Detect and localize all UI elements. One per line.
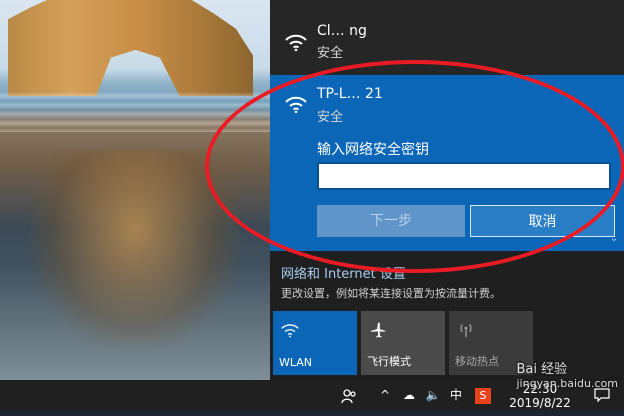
network-name: Cl… ng [317,23,367,39]
airplane-icon [370,322,386,338]
network-flyout: Cl… ng 安全 TP-L… 21 安全 输入网络安全密钥 下一步 取消 ⌄ … [270,0,624,380]
quick-action-airplane[interactable]: 飞行模式 [361,311,445,375]
baidu-watermark: Bai 经验 jingyan.baidu.com [516,358,618,390]
quick-action-label: 飞行模式 [367,355,411,368]
scroll-down-icon[interactable]: ⌄ [610,234,618,244]
people-icon[interactable] [337,380,361,411]
security-key-input[interactable] [317,162,611,190]
cancel-button[interactable]: 取消 [470,205,615,237]
rock-reflection [30,150,240,350]
network-security: 安全 [317,46,344,61]
quick-action-label: WLAN [279,356,313,369]
sound-muted-icon[interactable]: 🔈 [422,380,444,411]
wave-foam [0,92,270,132]
network-item[interactable]: Cl… ng 安全 [270,0,624,75]
network-settings-link[interactable]: 网络和 Internet 设置 [281,263,406,282]
quick-action-wlan[interactable]: WLAN [273,311,357,375]
wifi-icon [281,324,299,338]
sogou-icon[interactable]: S [472,380,494,411]
watermark-brand: Bai 经验 [516,362,568,377]
wifi-signal-icon [285,96,307,113]
desktop-wallpaper [0,0,270,380]
ime-mode[interactable]: 中 [446,380,466,411]
clock-date: 2019/8/22 [509,396,571,410]
sea-arch-rock [8,0,253,96]
watermark-url: jingyan.baidu.com [516,377,618,390]
wifi-signal-icon [285,34,307,51]
hotspot-icon [460,324,472,338]
onedrive-icon[interactable]: ☁ [398,380,420,411]
next-button[interactable]: 下一步 [317,205,465,237]
quick-action-label: 移动热点 [455,355,499,368]
network-name: TP-L… 21 [317,86,383,102]
chevron-up-icon[interactable]: ^ [375,380,395,411]
network-security: 安全 [317,110,344,125]
security-key-label: 输入网络安全密钥 [317,142,429,158]
network-settings-description: 更改设置，例如将某连接设置为按流量计费。 [281,287,501,300]
